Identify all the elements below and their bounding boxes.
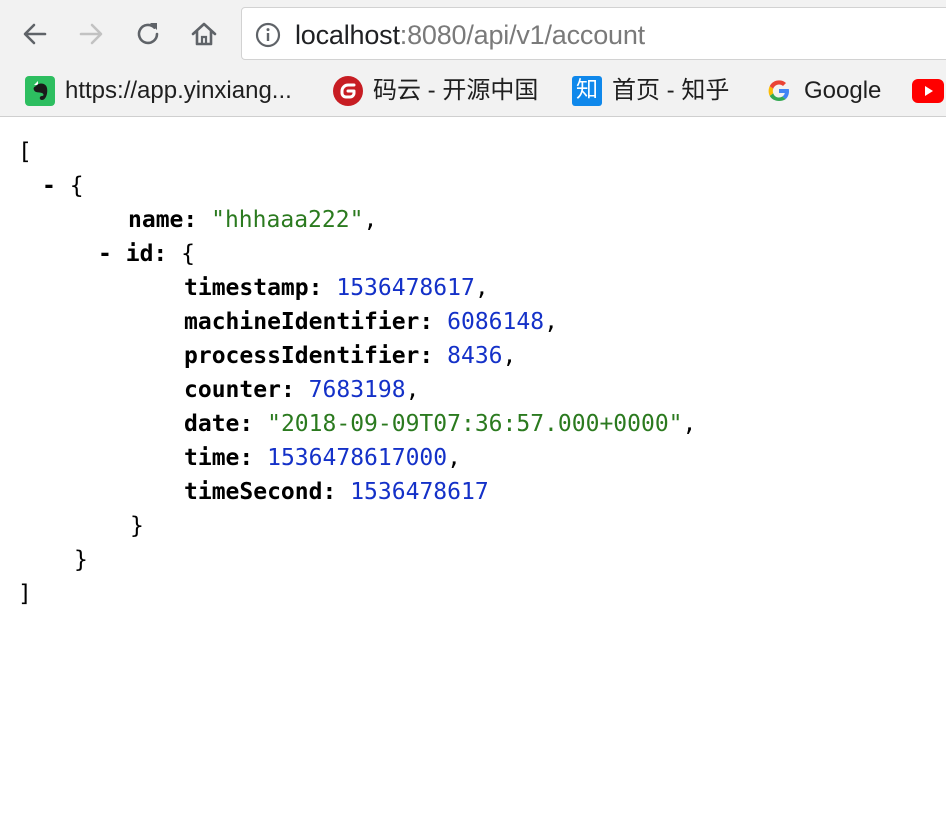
json-colon: :	[419, 309, 434, 335]
json-string-value: "hhhaaa222"	[211, 207, 364, 233]
json-key: timeSecond	[184, 479, 323, 505]
bookmarks-bar: https://app.yinxiang... 码云 - 开源中国 知 首页 -…	[0, 68, 946, 117]
json-number-value: 1536478617	[336, 275, 475, 301]
json-array-item-line: - {	[42, 169, 84, 203]
home-icon	[191, 22, 217, 46]
json-key: counter	[184, 377, 281, 403]
bookmark-label: 码云 - 开源中国	[373, 77, 539, 104]
json-key: machineIdentifier	[184, 309, 420, 335]
google-icon	[768, 80, 789, 101]
bracket-close: ]	[18, 581, 32, 607]
collapse-toggle-item[interactable]: -	[42, 173, 56, 199]
youtube-icon	[912, 79, 944, 103]
json-field-line: processIdentifier: 8436,	[184, 339, 516, 373]
json-number-value: 8436	[447, 343, 503, 369]
brace-open: {	[181, 241, 195, 267]
json-comma: ,	[544, 309, 558, 335]
bookmark-label: Google	[804, 77, 882, 104]
json-key: timestamp	[184, 275, 309, 301]
json-comma: ,	[474, 275, 489, 301]
url-path: :8080/api/v1/account	[399, 20, 645, 50]
collapse-toggle-id[interactable]: -	[98, 241, 112, 267]
zhihu-icon: 知	[572, 76, 602, 106]
json-close-bracket: ]	[18, 577, 32, 611]
json-colon: :	[322, 479, 337, 505]
bookmark-evernote[interactable]: https://app.yinxiang...	[25, 75, 292, 107]
browser-toolbar: localhost:8080/api/v1/account	[0, 0, 946, 68]
url-host: localhost	[295, 20, 400, 50]
address-bar[interactable]: localhost:8080/api/v1/account	[241, 7, 946, 60]
json-comma: ,	[405, 377, 420, 403]
back-arrow-icon	[23, 23, 47, 45]
json-key: time	[184, 445, 240, 471]
forward-button[interactable]	[73, 14, 109, 54]
json-colon: :	[308, 275, 323, 301]
brace-close: }	[74, 547, 88, 573]
json-key: processIdentifier	[184, 343, 420, 369]
json-colon: :	[280, 377, 295, 403]
json-comma: ,	[447, 445, 461, 471]
json-key: name	[128, 207, 184, 233]
bookmark-youtube[interactable]	[912, 75, 944, 107]
json-field-line: time: 1536478617000,	[184, 441, 461, 475]
json-key: id	[125, 241, 154, 267]
bookmark-gitee[interactable]: 码云 - 开源中国	[333, 75, 538, 107]
json-id-line: - id: {	[98, 241, 195, 267]
bookmark-label: https://app.yinxiang...	[65, 77, 292, 104]
json-item-close-line: }	[74, 543, 88, 577]
bracket-open: [	[18, 139, 32, 165]
home-button[interactable]	[186, 14, 222, 54]
reload-icon	[137, 23, 159, 45]
json-key: date	[184, 411, 240, 437]
json-colon: :	[239, 411, 254, 437]
bookmark-google[interactable]: Google	[764, 75, 881, 107]
bookmark-zhihu[interactable]: 知 首页 - 知乎	[572, 75, 729, 107]
json-colon: :	[239, 445, 254, 471]
json-open-bracket: [	[18, 135, 32, 169]
json-comma: ,	[502, 343, 517, 369]
json-number-value: 1536478617000	[267, 445, 448, 471]
json-id-close-line: }	[130, 509, 144, 543]
bookmark-label: 首页 - 知乎	[612, 77, 730, 104]
brace-close: }	[130, 513, 144, 539]
json-comma: ,	[682, 411, 697, 437]
json-name-line: name: "hhhaaa222",	[128, 207, 378, 233]
json-field-line: timeSecond: 1536478617	[184, 475, 489, 509]
json-number-value: 7683198	[308, 377, 406, 403]
forward-arrow-icon	[79, 23, 103, 45]
json-field-line: date: "2018-09-09T07:36:57.000+0000",	[184, 407, 696, 441]
json-colon: :	[419, 343, 434, 369]
json-field-line: counter: 7683198,	[184, 373, 419, 407]
json-number-value: 1536478617	[350, 479, 489, 505]
json-number-value: 6086148	[447, 309, 545, 335]
gitee-icon	[333, 76, 363, 106]
info-icon[interactable]	[255, 22, 281, 48]
json-field-line: timestamp: 1536478617,	[184, 271, 489, 305]
brace-open: {	[69, 173, 84, 199]
reload-button[interactable]	[130, 14, 166, 54]
json-field-line: machineIdentifier: 6086148,	[184, 305, 558, 339]
url-text[interactable]: localhost:8080/api/v1/account	[295, 20, 645, 50]
json-string-value: "2018-09-09T07:36:57.000+0000"	[267, 411, 683, 437]
back-button[interactable]	[17, 14, 53, 54]
evernote-icon	[25, 76, 55, 106]
